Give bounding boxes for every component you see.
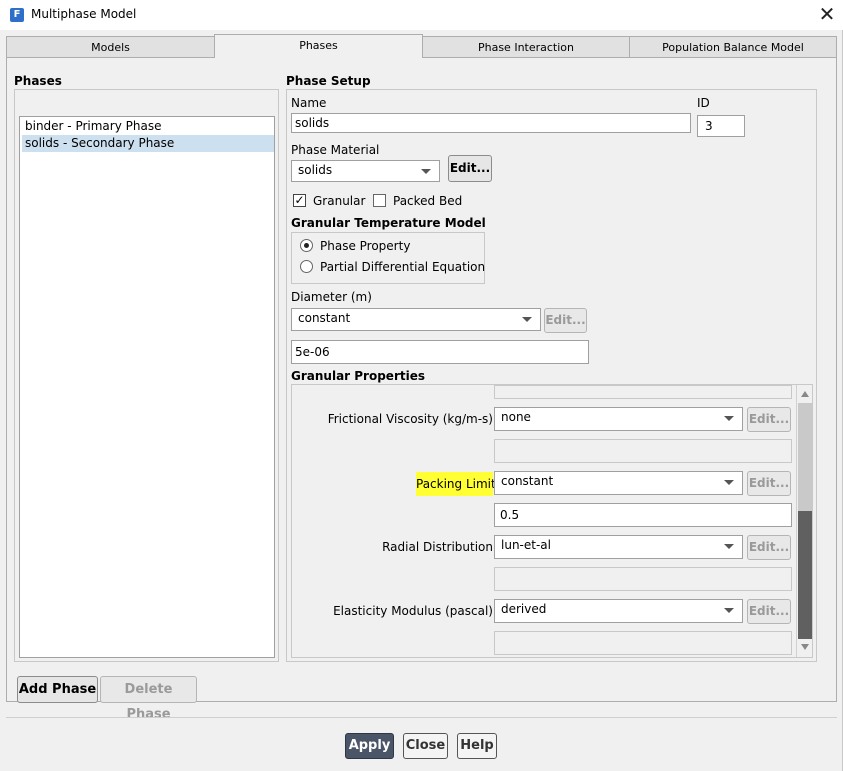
chevron-down-icon (421, 169, 431, 174)
footer-separator (6, 717, 837, 718)
scrollbar-track-dark[interactable] (798, 511, 812, 639)
phase-material-edit-button[interactable]: Edit... (448, 155, 492, 182)
partial-differential-equation-radio[interactable] (300, 260, 313, 273)
packed-bed-checkbox[interactable] (373, 194, 386, 207)
name-field[interactable]: solids (291, 113, 691, 133)
frictional-viscosity-dropdown[interactable]: none (494, 407, 743, 431)
frictional-viscosity-edit-button[interactable]: Edit... (747, 407, 791, 432)
packed-bed-label: Packed Bed (393, 194, 463, 208)
radial-distribution-label: Radial Distribution (382, 540, 493, 554)
close-window-icon[interactable]: ✕ (816, 3, 838, 25)
chevron-down-icon (724, 480, 734, 485)
elasticity-modulus-edit-button[interactable]: Edit... (747, 599, 791, 624)
partial-differential-equation-label: Partial Differential Equation (320, 260, 486, 274)
chevron-down-icon (724, 544, 734, 549)
phase-setup-heading: Phase Setup (286, 74, 371, 88)
frictional-viscosity-label: Frictional Viscosity (kg/m-s) (327, 412, 493, 426)
elasticity-modulus-value: derived (501, 602, 547, 616)
scroll-up-icon[interactable] (801, 391, 809, 397)
phase-material-value: solids (298, 163, 333, 177)
phases-list: binder - Primary Phase solids - Secondar… (19, 116, 275, 658)
phases-heading: Phases (14, 74, 62, 88)
phase-item-solids[interactable]: solids - Secondary Phase (22, 135, 274, 152)
fluent-app-icon: F (10, 8, 24, 22)
radial-distribution-value-field (494, 567, 792, 591)
granular-temperature-model-heading: Granular Temperature Model (291, 216, 486, 230)
scrollbar-thumb[interactable] (798, 403, 812, 511)
phase-property-radio[interactable] (300, 239, 313, 252)
elasticity-modulus-label: Elasticity Modulus (pascal) (333, 604, 493, 618)
granular-properties-panel: Frictional Viscosity (kg/m-s) none Edit.… (291, 384, 813, 658)
diameter-edit-button[interactable]: Edit... (544, 308, 587, 333)
chevron-down-icon (724, 416, 734, 421)
granular-prop-field-top (494, 385, 792, 399)
packing-limit-value-field[interactable]: 0.5 (494, 503, 792, 527)
granular-label: Granular (313, 194, 366, 208)
id-label: ID (697, 96, 710, 110)
close-button[interactable]: Close (403, 733, 448, 759)
diameter-method-value: constant (298, 311, 351, 325)
scroll-down-icon[interactable] (801, 644, 809, 650)
tab-population-balance-model[interactable]: Population Balance Model (629, 36, 837, 58)
elasticity-modulus-dropdown[interactable]: derived (494, 599, 743, 623)
diameter-label: Diameter (m) (291, 290, 372, 304)
packing-limit-edit-button[interactable]: Edit... (747, 471, 791, 496)
packing-limit-method-value: constant (501, 474, 554, 488)
checkmark-icon: ✓ (294, 193, 305, 207)
packing-limit-label: Packing Limit (416, 472, 496, 496)
radial-distribution-edit-button[interactable]: Edit... (747, 535, 791, 560)
delete-phase-button[interactable]: Delete Phase (100, 676, 197, 722)
diameter-value-field[interactable]: 5e-06 (291, 340, 589, 364)
packing-limit-dropdown[interactable]: constant (494, 471, 743, 495)
help-button[interactable]: Help (457, 733, 497, 759)
radial-distribution-value: lun-et-al (501, 538, 551, 552)
id-field[interactable]: 3 (697, 115, 745, 137)
phase-property-label: Phase Property (320, 239, 411, 253)
tab-models[interactable]: Models (6, 36, 215, 58)
radial-distribution-dropdown[interactable]: lun-et-al (494, 535, 743, 559)
name-label: Name (291, 96, 327, 110)
frictional-viscosity-value: none (501, 410, 531, 424)
phase-material-label: Phase Material (291, 143, 380, 157)
tab-phases[interactable]: Phases (214, 34, 423, 59)
chevron-down-icon (522, 317, 532, 322)
diameter-method-dropdown[interactable]: constant (291, 308, 541, 331)
phase-item-binder[interactable]: binder - Primary Phase (22, 118, 274, 135)
granular-properties-scrollbar[interactable] (796, 385, 812, 657)
chevron-down-icon (724, 608, 734, 613)
frictional-viscosity-value-field (494, 439, 792, 463)
add-phase-button[interactable]: Add Phase (17, 676, 98, 703)
phase-material-dropdown[interactable]: solids (291, 160, 440, 182)
window-title: Multiphase Model (31, 7, 137, 21)
apply-button[interactable]: Apply (345, 733, 394, 759)
radio-dot-icon (304, 243, 309, 248)
elasticity-modulus-value-field (494, 631, 792, 655)
granular-properties-heading: Granular Properties (291, 369, 425, 383)
tab-phase-interaction[interactable]: Phase Interaction (422, 36, 630, 58)
granular-checkbox[interactable]: ✓ (293, 194, 306, 207)
